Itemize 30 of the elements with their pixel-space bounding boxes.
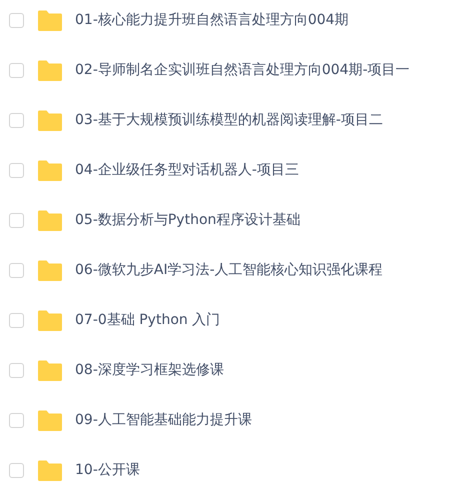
checkbox[interactable] [9, 262, 24, 278]
folder-icon [37, 410, 63, 430]
folder-icon [37, 460, 63, 480]
checkbox[interactable] [9, 412, 24, 428]
folder-name[interactable]: 05-数据分析与Python程序设计基础 [75, 211, 300, 229]
checkbox[interactable] [9, 162, 24, 178]
folder-icon [37, 260, 63, 280]
folder-icon [37, 10, 63, 30]
folder-icon [37, 110, 63, 130]
folder-name[interactable]: 08-深度学习框架选修课 [75, 361, 224, 379]
checkbox[interactable] [9, 62, 24, 78]
folder-name[interactable]: 09-人工智能基础能力提升课 [75, 411, 252, 429]
checkbox[interactable] [9, 112, 24, 128]
folder-name[interactable]: 07-0基础 Python 入门 [75, 311, 220, 329]
folder-name[interactable]: 02-导师制名企实训班自然语言处理方向004期-项目一 [75, 61, 410, 79]
folder-name[interactable]: 03-基于大规模预训练模型的机器阅读理解-项目二 [75, 111, 383, 129]
folder-name[interactable]: 04-企业级任务型对话机器人-项目三 [75, 161, 299, 179]
checkbox[interactable] [9, 212, 24, 228]
folder-name[interactable]: 01-核心能力提升班自然语言处理方向004期 [75, 11, 349, 29]
folder-icon [37, 60, 63, 80]
checkbox[interactable] [9, 362, 24, 378]
folder-icon [37, 210, 63, 230]
checkbox[interactable] [9, 462, 24, 478]
folder-icon [37, 310, 63, 330]
folder-icon [37, 360, 63, 380]
folder-name[interactable]: 10-公开课 [75, 461, 140, 479]
checkbox[interactable] [9, 312, 24, 328]
folder-icon [37, 160, 63, 180]
checkbox[interactable] [9, 12, 24, 28]
folder-name[interactable]: 06-微软九步AI学习法-人工智能核心知识强化课程 [75, 261, 383, 279]
